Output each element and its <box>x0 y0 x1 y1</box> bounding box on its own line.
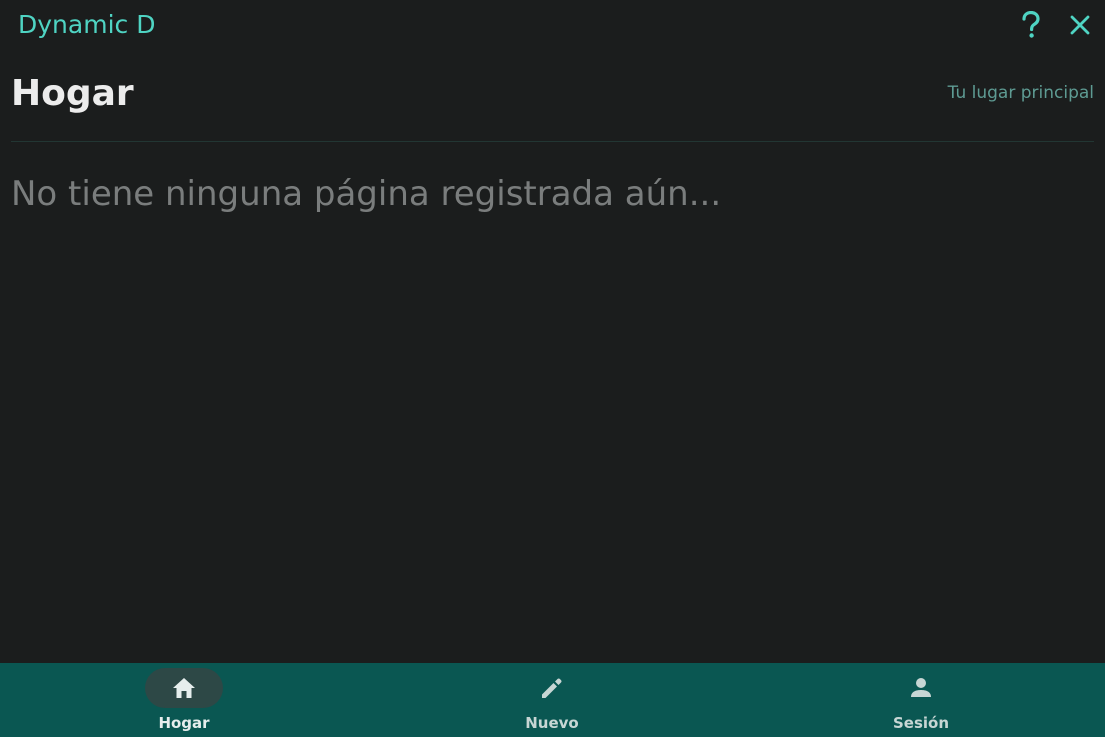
nav-item-sesion[interactable]: Sesión <box>737 663 1105 737</box>
close-icon <box>1070 15 1090 35</box>
nav-active-indicator <box>145 668 223 708</box>
person-icon <box>911 678 931 697</box>
nav-item-nuevo[interactable]: Nuevo <box>368 663 736 737</box>
page-subtitle: Tu lugar principal <box>947 83 1094 103</box>
help-icon <box>1022 11 1040 38</box>
nav-label: Hogar <box>158 714 210 732</box>
page-title: Hogar <box>11 73 134 114</box>
nav-label: Sesión <box>892 714 950 732</box>
title-bar: Dynamic D <box>0 0 1105 50</box>
app-window: Dynamic D Hogar Tu lugar principal No ti… <box>0 0 1105 737</box>
nav-label: Nuevo <box>525 714 579 732</box>
pencil-icon <box>542 678 562 698</box>
header-divider <box>11 141 1094 142</box>
help-button[interactable] <box>1014 8 1048 42</box>
nav-icon-container <box>882 668 960 708</box>
app-title: Dynamic D <box>18 10 156 39</box>
home-icon <box>173 678 195 698</box>
nav-icon-container <box>513 668 591 708</box>
close-button[interactable] <box>1063 8 1097 42</box>
nav-item-hogar[interactable]: Hogar <box>0 663 368 737</box>
page-header: Hogar Tu lugar principal <box>11 70 1094 120</box>
bottom-navigation: Hogar Nuevo Sesión <box>0 663 1105 737</box>
empty-state-message: No tiene ninguna página registrada aún..… <box>11 174 722 214</box>
